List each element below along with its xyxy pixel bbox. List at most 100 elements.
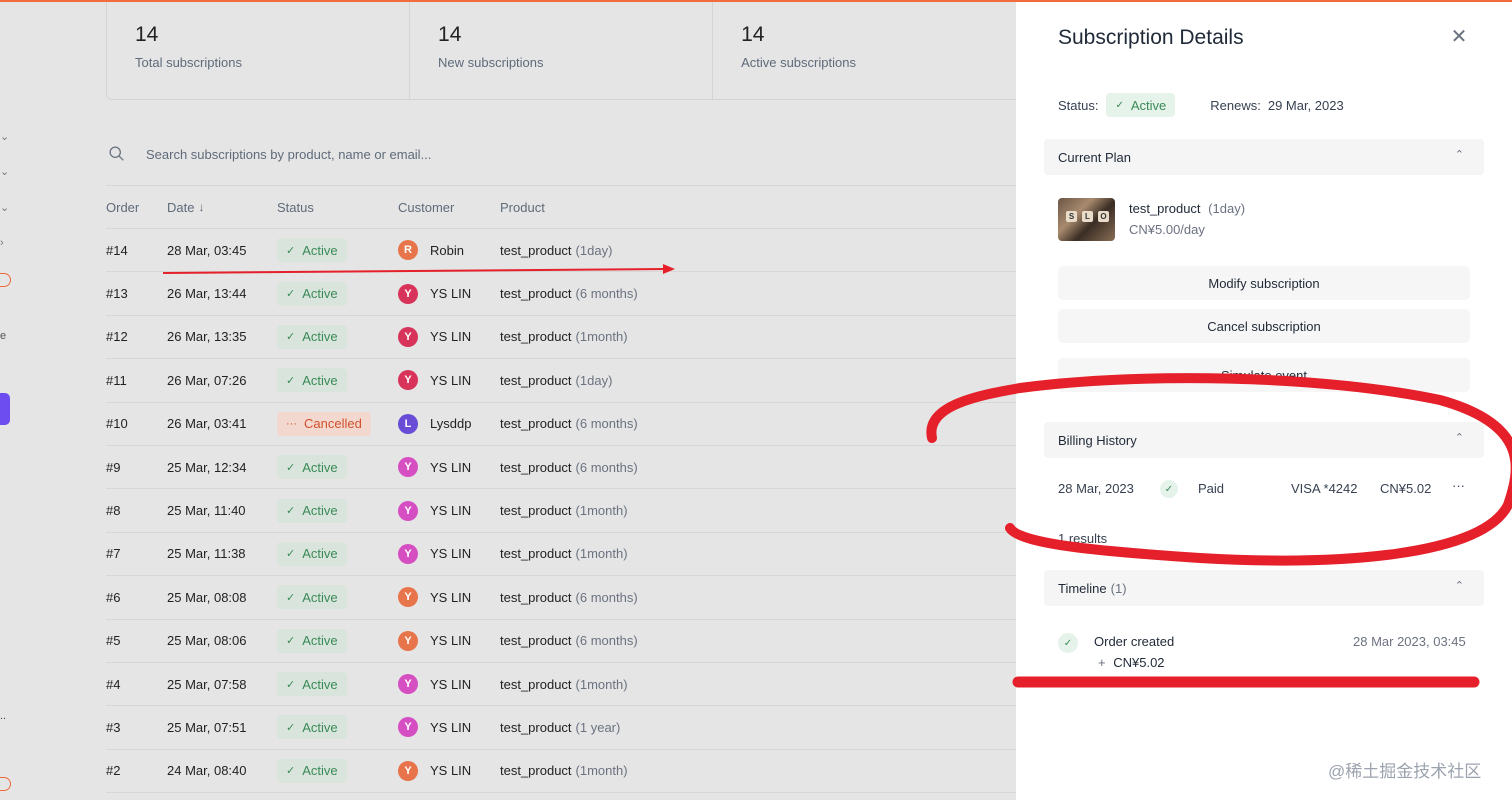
search-icon bbox=[109, 146, 124, 161]
product-name: test_product bbox=[500, 416, 572, 432]
check-icon: ✓ bbox=[286, 548, 296, 561]
column-header-order[interactable]: Order bbox=[106, 186, 139, 228]
order-number: #12 bbox=[106, 329, 128, 345]
status-text: Active bbox=[302, 676, 338, 692]
status-badge: ✓ Active bbox=[277, 455, 347, 480]
more-options-icon[interactable]: ··· bbox=[1452, 478, 1465, 493]
timeline-count: (1) bbox=[1110, 580, 1127, 596]
table-row[interactable]: #12 26 Mar, 13:35 ✓ Active Y YS LIN test_produ… bbox=[106, 316, 1016, 360]
customer-cell: Y YS LIN bbox=[398, 706, 471, 748]
chevron-down-icon[interactable]: ⌄ bbox=[0, 130, 9, 143]
check-icon: ✓ bbox=[286, 678, 296, 691]
status-cell: ✓ Active bbox=[277, 620, 347, 662]
product-cell: test_product (6 months) bbox=[500, 446, 638, 488]
product-term: (1month) bbox=[575, 503, 628, 519]
column-header-date[interactable]: Date ↓ bbox=[167, 186, 204, 228]
chevron-down-icon[interactable]: ⌄ bbox=[0, 201, 9, 214]
status-cell: ✓ Active bbox=[277, 316, 347, 358]
table-row[interactable]: #3 25 Mar, 07:51 ✓ Active Y YS LIN test_produc… bbox=[106, 706, 1016, 750]
product-thumbnail: SLO bbox=[1058, 198, 1115, 241]
product-name: test_product bbox=[500, 372, 572, 388]
customer-cell: Y YS LIN bbox=[398, 316, 471, 358]
customer-name: YS LIN bbox=[430, 719, 472, 735]
table-body: #14 28 Mar, 03:45 ✓ Active R Robin test_produc… bbox=[106, 229, 1016, 794]
status-cell: ✓ Active bbox=[277, 489, 347, 531]
table-row[interactable]: #5 25 Mar, 08:06 ✓ Active Y YS LIN test_produc… bbox=[106, 620, 1016, 663]
customer-name: YS LIN bbox=[430, 676, 472, 692]
chevron-down-icon[interactable]: ⌄ bbox=[0, 165, 9, 178]
order-date: 25 Mar, 07:51 bbox=[167, 719, 247, 735]
simulate-event-button[interactable]: Simulate event bbox=[1058, 358, 1470, 392]
status-badge: ✓ Active bbox=[277, 368, 347, 393]
status-text: Active bbox=[302, 763, 338, 779]
status-badge: ✓ Active bbox=[277, 585, 347, 610]
close-icon[interactable]: ✕ bbox=[1450, 27, 1468, 47]
status-text: Active bbox=[302, 633, 338, 649]
check-icon: ✓ bbox=[286, 288, 296, 301]
cancel-subscription-button[interactable]: Cancel subscription bbox=[1058, 309, 1470, 343]
table-row[interactable]: #2 24 Mar, 08:40 ✓ Active Y YS LIN test_produc… bbox=[106, 750, 1016, 794]
more-icon[interactable]: .. bbox=[0, 710, 6, 722]
check-icon: ✓ bbox=[286, 505, 296, 518]
avatar: Y bbox=[398, 717, 418, 738]
table-row[interactable]: #13 26 Mar, 13:44 ✓ Active Y YS LIN test_produ… bbox=[106, 272, 1016, 316]
table-row[interactable]: #4 25 Mar, 07:58 ✓ Active Y YS LIN test_produc… bbox=[106, 663, 1016, 707]
section-timeline[interactable]: Timeline (1) ⌃ bbox=[1044, 570, 1484, 606]
status-badge: ✓ Active bbox=[277, 541, 347, 566]
section-billing-history[interactable]: Billing History ⌃ bbox=[1044, 422, 1484, 458]
product-name: test_product bbox=[500, 546, 572, 562]
status-badge: ✓ Active bbox=[277, 324, 347, 349]
check-icon: ✓ bbox=[286, 331, 296, 344]
product-name: test_product bbox=[500, 763, 572, 779]
renews-label: Renews: bbox=[1210, 97, 1261, 113]
product-cell: test_product (6 months) bbox=[500, 272, 638, 314]
table-row[interactable]: #10 26 Mar, 03:41 ··· Cancelled L Lysddp test_… bbox=[106, 403, 1016, 446]
product-cell: test_product (6 months) bbox=[500, 620, 638, 662]
timeline-amount-value: CN¥5.02 bbox=[1113, 655, 1165, 670]
column-header-product[interactable]: Product bbox=[500, 186, 545, 228]
stat-label: Active subscriptions bbox=[741, 55, 856, 70]
table-row[interactable]: #11 26 Mar, 07:26 ✓ Active Y YS LIN test_produ… bbox=[106, 359, 1016, 403]
plan-product-name: test_product bbox=[1129, 201, 1201, 216]
status-badge: ✓ Active bbox=[277, 628, 347, 653]
drawer-title: Subscription Details bbox=[1058, 26, 1244, 49]
table-row[interactable]: #9 25 Mar, 12:34 ✓ Active Y YS LIN test_produc… bbox=[106, 446, 1016, 490]
product-name: test_product bbox=[500, 719, 572, 735]
column-header-label: Date bbox=[167, 199, 195, 215]
status-cell: ✓ Active bbox=[277, 750, 347, 792]
check-icon: ✓ bbox=[1115, 99, 1124, 111]
ellipsis-icon: ··· bbox=[286, 417, 297, 430]
status-label: Status: bbox=[1058, 97, 1099, 113]
product-name: test_product bbox=[500, 329, 572, 345]
order-date: 25 Mar, 11:38 bbox=[167, 546, 246, 562]
status-badge: ✓ Active bbox=[277, 238, 347, 263]
table-row[interactable]: #6 25 Mar, 08:08 ✓ Active Y YS LIN test_produc… bbox=[106, 576, 1016, 620]
table-row[interactable]: #7 25 Mar, 11:38 ✓ Active Y YS LIN test_produc… bbox=[106, 533, 1016, 577]
check-icon: ✓ bbox=[286, 721, 296, 734]
product-cell: test_product (1month) bbox=[500, 489, 628, 531]
section-current-plan[interactable]: Current Plan ⌃ bbox=[1044, 139, 1484, 175]
column-header-customer[interactable]: Customer bbox=[398, 186, 454, 228]
sidebar-active-indicator[interactable] bbox=[0, 393, 10, 425]
product-term: (1month) bbox=[575, 676, 628, 692]
sidebar-cut-label: e bbox=[0, 330, 7, 342]
billing-card: VISA *4242 bbox=[1291, 481, 1358, 496]
chevron-right-icon[interactable]: › bbox=[0, 237, 4, 249]
modify-subscription-button[interactable]: Modify subscription bbox=[1058, 266, 1470, 300]
status-text: Active bbox=[302, 329, 338, 345]
product-term: (6 months) bbox=[575, 459, 638, 475]
status-badge: ✓ Active bbox=[277, 672, 347, 697]
customer-cell: Y YS LIN bbox=[398, 533, 471, 575]
stat-value: 14 bbox=[741, 23, 765, 46]
customer-name: YS LIN bbox=[430, 546, 472, 562]
search-input[interactable] bbox=[146, 144, 746, 164]
status-text: Active bbox=[302, 589, 338, 605]
billing-status: Paid bbox=[1198, 481, 1225, 496]
check-icon: ✓ bbox=[1160, 480, 1178, 498]
column-header-status[interactable]: Status bbox=[277, 186, 314, 228]
customer-name: YS LIN bbox=[430, 763, 472, 779]
customer-cell: Y YS LIN bbox=[398, 359, 471, 401]
table-row[interactable]: #8 25 Mar, 11:40 ✓ Active Y YS LIN test_produc… bbox=[106, 489, 1016, 533]
status-badge: ✓ Active bbox=[1106, 93, 1176, 117]
status-text: Active bbox=[302, 719, 338, 735]
